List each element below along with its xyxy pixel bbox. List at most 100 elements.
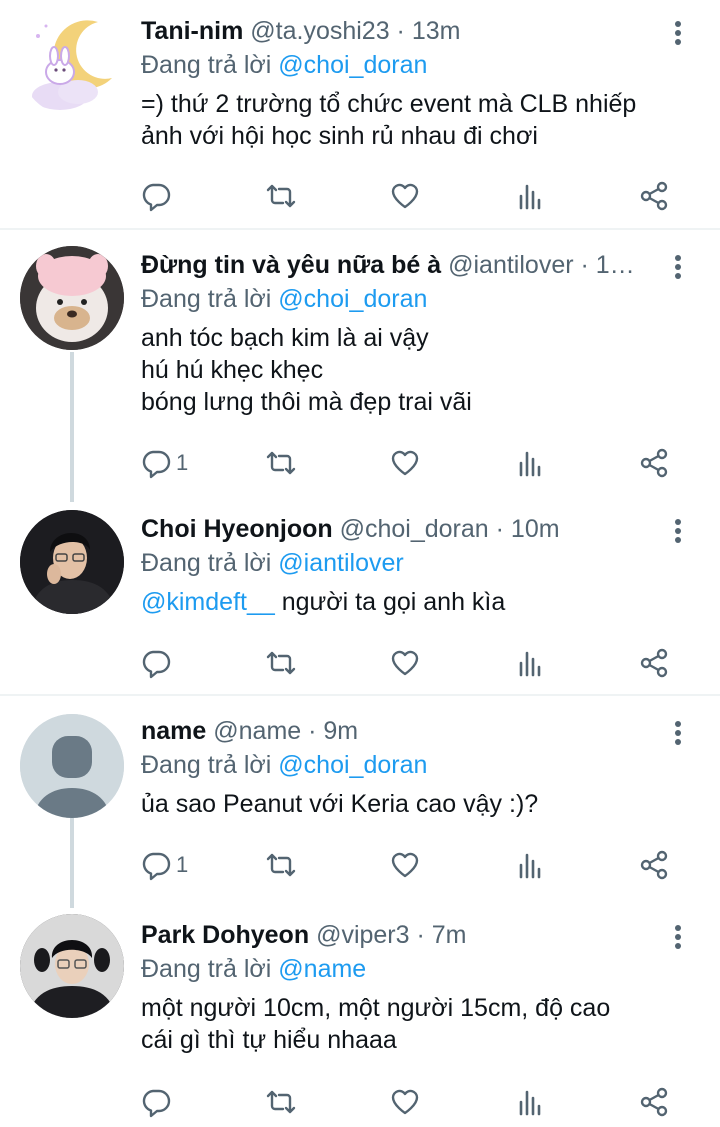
replying-prefix: Đang trả lời: [141, 751, 272, 779]
retweet-button[interactable]: [265, 443, 297, 483]
reply-icon: [142, 450, 171, 479]
avatar-choi-doran[interactable]: [20, 510, 124, 614]
tweet-text: một người 10cm, một người 15cm, độ cao c…: [141, 992, 676, 1056]
tweet-text-line: bóng lưng thôi mà đẹp trai vãi: [141, 388, 472, 416]
views-icon: [519, 184, 541, 210]
share-button[interactable]: [638, 643, 670, 683]
tweet-2[interactable]: Đừng tin và yêu nữa bé à @iantilover · 1…: [0, 232, 720, 492]
reply-icon: [142, 852, 171, 881]
reply-count: 1: [176, 450, 189, 475]
retweet-icon: [266, 451, 296, 475]
tweet-text-line: =) thứ 2 trường tổ chức event mà CLB nhi…: [141, 90, 637, 118]
tweet-text: anh tóc bạch kim là ai vậy hú hú khẹc kh…: [141, 322, 676, 418]
share-icon: [640, 181, 668, 211]
reply-mention-link[interactable]: @choi_doran: [278, 51, 427, 79]
reply-icon: [142, 183, 171, 212]
reply-icon: [142, 650, 171, 679]
man-portrait-photo: [20, 914, 124, 1018]
reply-icon: [142, 1089, 171, 1118]
retweet-icon: [266, 184, 296, 208]
tweet-text-line: anh tóc bạch kim là ai vậy: [141, 324, 429, 352]
author-handle-time: @iantilover · 1…: [448, 251, 635, 279]
replying-prefix: Đang trả lời: [141, 51, 272, 79]
tweet-text: ủa sao Peanut với Keria cao vậy :)?: [141, 788, 676, 820]
action-bar: [0, 643, 720, 683]
reply-mention-link[interactable]: @choi_doran: [278, 751, 427, 779]
tweet-text-line: ảnh với hội học sinh rủ nhau đi chơi: [141, 122, 538, 150]
retweet-button[interactable]: [265, 176, 297, 216]
retweet-icon: [266, 1090, 296, 1114]
tweet-text-line: một người 10cm, một người 15cm, độ cao: [141, 994, 611, 1022]
tweet-5[interactable]: Park Dohyeon @viper3 · 7m Đang trả lời @…: [0, 904, 720, 1127]
avatar-name[interactable]: [20, 714, 124, 818]
action-bar: [0, 1082, 720, 1122]
like-button[interactable]: [389, 176, 421, 216]
man-portrait-photo: [20, 510, 124, 614]
retweet-button[interactable]: [265, 1082, 297, 1122]
views-button[interactable]: [515, 643, 547, 683]
tweet-1[interactable]: Tani-nim @ta.yoshi23 · 13m Đang trả lời …: [0, 0, 720, 225]
heart-icon: [391, 852, 419, 878]
author-name[interactable]: Đừng tin và yêu nữa bé à: [141, 251, 441, 279]
author-name[interactable]: Tani-nim: [141, 17, 243, 45]
tweet-3[interactable]: Choi Hyeonjoon @choi_doran · 10m Đang tr…: [0, 500, 720, 690]
heart-icon: [391, 1089, 419, 1115]
views-button[interactable]: [515, 176, 547, 216]
reply-mention-link[interactable]: @iantilover: [278, 549, 403, 577]
author-name[interactable]: Park Dohyeon: [141, 921, 309, 949]
retweet-button[interactable]: [265, 845, 297, 885]
reply-mention-link[interactable]: @name: [278, 955, 366, 983]
reply-button[interactable]: 1: [140, 845, 188, 885]
reply-button[interactable]: [140, 643, 176, 683]
moon-bunny-illustration: [20, 12, 124, 116]
share-button[interactable]: [638, 1082, 670, 1122]
tweet-4[interactable]: name @name · 9m Đang trả lời @choi_doran…: [0, 698, 720, 898]
retweet-icon: [266, 853, 296, 877]
share-icon: [640, 448, 668, 478]
tweet-text-line: hú hú khẹc khẹc: [141, 356, 324, 384]
tweet-text-line: ủa sao Peanut với Keria cao vậy :)?: [141, 790, 539, 818]
replying-prefix: Đang trả lời: [141, 549, 272, 577]
body-mention-link[interactable]: @kimdeft__: [141, 588, 275, 616]
views-icon: [519, 853, 541, 879]
author-name[interactable]: Choi Hyeonjoon: [141, 515, 333, 543]
heart-icon: [391, 450, 419, 476]
retweet-button[interactable]: [265, 643, 297, 683]
views-button[interactable]: [515, 443, 547, 483]
like-button[interactable]: [389, 443, 421, 483]
like-button[interactable]: [389, 1082, 421, 1122]
heart-icon: [391, 183, 419, 209]
author-name[interactable]: name: [141, 717, 206, 745]
heart-icon: [391, 650, 419, 676]
reply-count: 1: [176, 852, 189, 877]
views-icon: [519, 651, 541, 677]
reply-mention-link[interactable]: @choi_doran: [278, 285, 427, 313]
avatar-tani-nim[interactable]: [20, 12, 124, 116]
reply-button[interactable]: 1: [140, 443, 188, 483]
default-user-silhouette: [20, 714, 124, 818]
avatar-viper3[interactable]: [20, 914, 124, 1018]
like-button[interactable]: [389, 845, 421, 885]
share-icon: [640, 1087, 668, 1117]
share-icon: [640, 648, 668, 678]
divider: [0, 228, 720, 230]
action-bar: 1: [0, 845, 720, 885]
reply-button[interactable]: [140, 1082, 176, 1122]
share-button[interactable]: [638, 443, 670, 483]
views-button[interactable]: [515, 1082, 547, 1122]
plush-toy-photo: [20, 246, 124, 350]
avatar-iantilover[interactable]: [20, 246, 124, 350]
views-button[interactable]: [515, 845, 547, 885]
share-button[interactable]: [638, 845, 670, 885]
action-bar: [0, 176, 720, 216]
tweet-text-line: người ta gọi anh kìa: [281, 588, 506, 616]
retweet-icon: [266, 651, 296, 675]
views-icon: [519, 1090, 541, 1116]
share-button[interactable]: [638, 176, 670, 216]
like-button[interactable]: [389, 643, 421, 683]
reply-button[interactable]: [140, 176, 176, 216]
action-bar: 1: [0, 443, 720, 483]
author-handle-time: @choi_doran · 10m: [339, 515, 560, 543]
tweet-text: @kimdeft__ người ta gọi anh kìa: [141, 586, 676, 618]
author-handle-time: @ta.yoshi23 · 13m: [250, 17, 461, 45]
